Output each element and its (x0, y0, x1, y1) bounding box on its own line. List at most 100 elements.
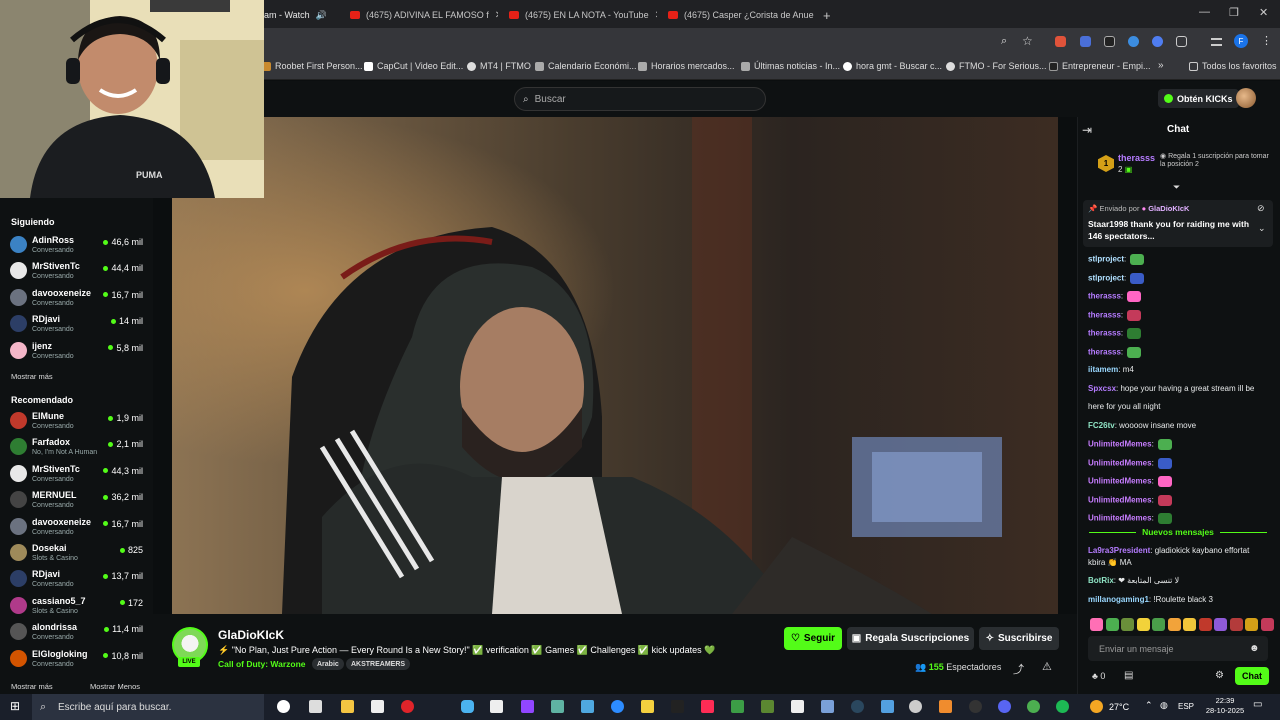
show-less-recommended[interactable]: Mostrar Menos (90, 682, 140, 691)
obs-icon[interactable] (969, 700, 982, 713)
chat-username[interactable]: therasss (1088, 310, 1121, 319)
show-more-recommended[interactable]: Mostrar más (11, 682, 53, 691)
emote-icon[interactable] (1136, 618, 1150, 631)
tab-youtube-1[interactable]: (4675) ADIVINA EL FAMOSO f ✕ (350, 4, 498, 26)
chat-username[interactable]: therasss (1088, 329, 1121, 338)
all-bookmarks[interactable]: Todos los favoritos (1189, 61, 1277, 71)
share-icon[interactable]: ⤴ (1013, 661, 1024, 677)
chat-username[interactable]: therasss (1088, 292, 1121, 301)
tiktok-icon[interactable] (701, 700, 714, 713)
category-link[interactable]: Call of Duty: Warzone (218, 659, 306, 669)
keyboard-language[interactable]: ESP (1178, 702, 1194, 711)
chat-username[interactable]: FC26tv (1088, 421, 1115, 430)
chat-username[interactable]: iitamem (1088, 365, 1118, 374)
close-icon[interactable]: ✕ (495, 10, 498, 21)
chat-username[interactable]: UnlimitedMemes (1088, 440, 1152, 449)
translate-icon[interactable] (1080, 36, 1091, 47)
bookmark[interactable]: hora gmt - Buscar c... (843, 61, 942, 71)
opera-icon[interactable] (401, 700, 414, 713)
sidebar-channel-row[interactable]: alondrissa Conversando 11,4 mil (10, 621, 145, 645)
twitch-icon[interactable] (521, 700, 534, 713)
gear-icon[interactable]: ⚙ (1215, 670, 1224, 681)
spotify-icon[interactable] (1056, 700, 1069, 713)
zoom-icon[interactable] (611, 700, 624, 713)
bookmark[interactable]: Calendario Económi... (535, 61, 637, 71)
bookmark[interactable]: Entrepreneur - Empi... (1049, 61, 1151, 71)
gift-subs-button[interactable]: ▣ Regala Suscripciones (847, 627, 974, 650)
emote-icon[interactable] (1090, 618, 1103, 631)
sidebar-channel-row[interactable]: ijenz Conversando 5,8 mil (10, 340, 145, 364)
chat-input[interactable]: Enviar un mensaje (1088, 636, 1268, 661)
extension-icon[interactable] (1128, 36, 1139, 47)
speaker-icon[interactable]: 🔊 (316, 10, 327, 21)
extension-icon[interactable] (1152, 36, 1163, 47)
menu-icon[interactable]: ⋮ (1261, 34, 1272, 47)
task-view-icon[interactable] (309, 700, 322, 713)
app-icon[interactable] (731, 700, 744, 713)
chat-username[interactable]: stlproject (1088, 255, 1124, 264)
channel-name[interactable]: GlaDioKIcK (218, 628, 284, 642)
emote-icon[interactable] (1214, 618, 1227, 631)
sidebar-channel-row[interactable]: AdinRoss Conversando 46,6 mil (10, 234, 145, 258)
file-explorer-icon[interactable] (341, 700, 354, 713)
capcut-icon[interactable] (791, 700, 804, 713)
app-icon[interactable] (551, 700, 564, 713)
tab-youtube-3[interactable]: (4675) Casper ¿Corista de Anue ✕ (668, 4, 814, 26)
sidebar-channel-row[interactable]: MrStivenTc Conversando 44,3 mil (10, 463, 145, 487)
clock[interactable]: 22:39 28-10-2025 (1203, 696, 1247, 716)
store-icon[interactable]: ▤ (1124, 670, 1133, 681)
file-icon[interactable] (371, 700, 384, 713)
bookmark[interactable]: MT4 | FTMO (467, 61, 531, 71)
sidebar-channel-row[interactable]: Dosekai Slots & Casino 825 (10, 542, 145, 566)
avatar[interactable] (1236, 88, 1256, 108)
chevron-down-icon[interactable]: ⏷ (1173, 182, 1180, 193)
unpin-icon[interactable]: ⊘ (1257, 203, 1265, 214)
media-icon[interactable] (1211, 38, 1222, 46)
emote-icon[interactable] (1245, 618, 1258, 631)
sidebar-channel-row[interactable]: MrStivenTc Conversando 44,4 mil (10, 260, 145, 284)
minimize-icon[interactable]: — (1199, 6, 1210, 18)
tab-youtube-2[interactable]: (4675) EN LA NOTA - YouTube ✕ (509, 4, 657, 26)
chat-username[interactable]: millanogaming1 (1088, 595, 1149, 604)
minecraft-icon[interactable] (761, 700, 774, 713)
chat-username[interactable]: UnlimitedMemes (1088, 458, 1152, 467)
app-icon[interactable] (581, 700, 594, 713)
star-icon[interactable]: ☆ (1022, 34, 1033, 48)
show-more-following[interactable]: Mostrar más (11, 372, 53, 381)
report-icon[interactable]: ⚠ (1042, 660, 1052, 673)
close-window-icon[interactable]: ✕ (1259, 6, 1268, 19)
zoom-icon[interactable]: ⌕ (1001, 35, 1007, 48)
profile-avatar[interactable]: F (1234, 34, 1248, 48)
bookmark[interactable]: Horarios mercados... (638, 61, 735, 71)
new-messages-divider[interactable]: Nuevos mensajes (1083, 526, 1273, 538)
emote-icon[interactable] (1198, 618, 1212, 631)
bookmark[interactable]: CapCut | Video Edit... (364, 61, 463, 71)
gear-icon[interactable] (909, 700, 922, 713)
tab-kick[interactable]: am - Watch 🔊 (264, 4, 344, 26)
top-gifter-name[interactable]: therasss (1118, 153, 1155, 163)
sidebar-channel-row[interactable]: Farfadox No, I'm Not A Human 2,1 mil (10, 436, 145, 460)
network-icon[interactable]: ◍ (1160, 700, 1168, 711)
weather-temp[interactable]: 27°C (1109, 702, 1129, 712)
close-icon[interactable]: ✕ (655, 10, 657, 21)
chat-username[interactable]: UnlimitedMemes (1088, 495, 1152, 504)
chevron-right-icon[interactable]: » (1158, 60, 1164, 71)
cortana-icon[interactable] (277, 700, 290, 713)
kicks-balance[interactable]: ♣ 0 (1092, 671, 1105, 681)
discord-icon[interactable] (998, 700, 1011, 713)
bookmark[interactable]: Últimas noticias - In... (741, 61, 840, 71)
file-icon[interactable] (490, 700, 503, 713)
windows-start-icon[interactable]: ⊞ (10, 699, 20, 713)
bookmark[interactable]: Roobet First Person... (262, 61, 363, 71)
notifications-icon[interactable]: ▭ (1253, 699, 1262, 710)
chevron-down-icon[interactable]: ⌄ (1258, 223, 1266, 234)
sidebar-channel-row[interactable]: davooxeneize Conversando 16,7 mil (10, 287, 145, 311)
app-icon[interactable] (821, 700, 834, 713)
chat-username[interactable]: therasss (1088, 347, 1121, 356)
follow-button[interactable]: ♡ Seguir (784, 627, 842, 650)
taskbar-search[interactable]: ⌕ Escribe aquí para buscar. (32, 694, 264, 720)
extension-icon[interactable] (1055, 36, 1066, 47)
sidebar-channel-row[interactable]: ElGlogloking Conversando 10,8 mil (10, 648, 145, 672)
app-icon[interactable] (939, 700, 952, 713)
sidebar-channel-row[interactable]: RDjavi Conversando 14 mil (10, 313, 145, 337)
